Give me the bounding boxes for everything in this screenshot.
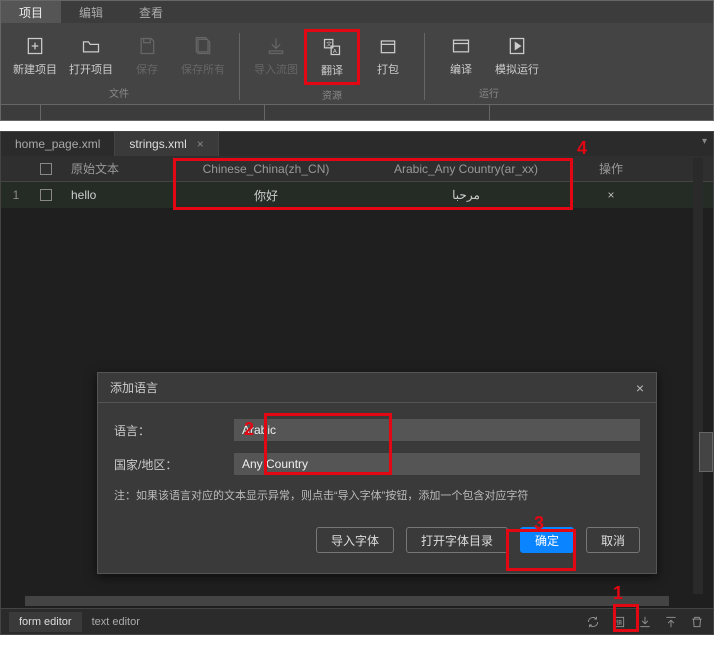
row-checkbox[interactable]: [31, 189, 61, 201]
open-project-button[interactable]: 打开项目: [63, 29, 119, 83]
ribbon-group-file-caption: 文件: [109, 85, 129, 100]
save-icon: [136, 35, 158, 57]
form-editor-tab[interactable]: form editor: [9, 612, 82, 632]
top-panel: 项目 编辑 查看 新建项目 打开项目 保存 保存所有: [0, 0, 714, 121]
language-label: 语言：: [114, 422, 234, 439]
ribbon-separator: [239, 33, 240, 100]
tab-overflow-icon[interactable]: ▾: [702, 136, 707, 147]
header-ar: Arabic_Any Country(ar_xx): [361, 162, 571, 176]
import-icon: [265, 35, 287, 57]
row-line: 1: [1, 188, 31, 202]
open-font-dir-button[interactable]: 打开字体目录: [406, 527, 508, 553]
close-icon[interactable]: ×: [197, 137, 204, 151]
ribbon-group-run: 编译 模拟运行 运行: [431, 29, 547, 102]
save-label: 保存: [136, 61, 158, 77]
annotation-2: 2: [244, 419, 254, 440]
dialog-buttons: 导入字体 打开字体目录 确定 取消: [114, 527, 640, 553]
ribbon-separator: [424, 33, 425, 100]
header-original: 原始文本: [61, 160, 171, 177]
ribbon-group-resource-caption: 资源: [322, 87, 342, 102]
file-tab-home[interactable]: home_page.xml: [1, 132, 115, 156]
status-bar: form editor text editor 镇: [1, 608, 713, 634]
new-project-button[interactable]: 新建项目: [7, 29, 63, 83]
side-handle[interactable]: [699, 432, 713, 472]
region-label: 国家/地区：: [114, 456, 234, 473]
export-icon[interactable]: [637, 614, 653, 630]
import-font-button[interactable]: 导入字体: [316, 527, 394, 553]
ribbon: 新建项目 打开项目 保存 保存所有 文件: [1, 23, 713, 104]
new-project-label: 新建项目: [13, 61, 57, 77]
ribbon-group-resource: 导入流图 文A 翻译 打包 资源: [246, 29, 418, 104]
tab-view[interactable]: 查看: [121, 1, 181, 23]
row-orig: hello: [61, 188, 171, 202]
simulate-label: 模拟运行: [495, 61, 539, 77]
save-all-button[interactable]: 保存所有: [175, 29, 231, 83]
file-tabs: home_page.xml strings.xml × ▾: [1, 132, 713, 156]
add-language-icon[interactable]: 镇: [611, 614, 627, 630]
translate-button[interactable]: 文A 翻译: [304, 29, 360, 85]
vertical-scrollbar[interactable]: [693, 158, 703, 594]
row-zh: 你好: [171, 187, 361, 204]
translation-grid: 原始文本 Chinese_China(zh_CN) Arabic_Any Cou…: [1, 156, 713, 208]
dialog-note: 注：如果该语言对应的文本显示异常，则点击“导入字体”按钮，添加一个包含对应字符: [114, 487, 640, 503]
open-project-label: 打开项目: [69, 61, 113, 77]
header-zh: Chinese_China(zh_CN): [171, 162, 361, 176]
pack-button[interactable]: 打包: [360, 29, 416, 85]
delete-row-icon[interactable]: ×: [607, 188, 614, 202]
compile-icon: [450, 35, 472, 57]
ribbon-group-file: 新建项目 打开项目 保存 保存所有 文件: [5, 29, 233, 102]
save-all-icon: [192, 35, 214, 57]
new-file-icon: [24, 35, 46, 57]
annotation-4: 4: [577, 138, 587, 159]
file-tab-strings[interactable]: strings.xml ×: [115, 132, 218, 156]
dialog-titlebar: 添加语言 ×: [98, 373, 656, 403]
folder-open-icon: [80, 35, 102, 57]
editor-panel: home_page.xml strings.xml × ▾ 原始文本 Chines…: [0, 131, 714, 635]
header-op: 操作: [571, 160, 651, 177]
save-button[interactable]: 保存: [119, 29, 175, 83]
row-ar: مرحبا: [361, 188, 571, 203]
compile-label: 编译: [450, 61, 472, 77]
import-flow-label: 导入流图: [254, 61, 298, 77]
annotation-1: 1: [613, 583, 623, 604]
language-input[interactable]: [234, 419, 640, 441]
save-all-label: 保存所有: [181, 61, 225, 77]
svg-text:A: A: [333, 49, 337, 55]
pack-label: 打包: [377, 61, 399, 77]
import-icon[interactable]: [663, 614, 679, 630]
trash-icon[interactable]: [689, 614, 705, 630]
play-icon: [506, 35, 528, 57]
file-tab-home-label: home_page.xml: [15, 137, 100, 151]
annotation-3: 3: [534, 513, 544, 534]
simulate-button[interactable]: 模拟运行: [489, 29, 545, 83]
grid-row[interactable]: 1 hello 你好 مرحبا ×: [1, 182, 713, 208]
ribbon-group-run-caption: 运行: [479, 85, 499, 100]
refresh-icon[interactable]: [585, 614, 601, 630]
svg-text:文: 文: [326, 40, 332, 48]
cancel-button[interactable]: 取消: [586, 527, 640, 553]
dialog-close-icon[interactable]: ×: [636, 380, 644, 396]
header-checkbox[interactable]: [31, 163, 61, 175]
row-op: ×: [571, 188, 651, 202]
svg-text:镇: 镇: [616, 618, 622, 626]
region-input[interactable]: [234, 453, 640, 475]
dialog-title: 添加语言: [110, 379, 158, 396]
package-icon: [377, 35, 399, 57]
translate-icon: 文A: [321, 36, 343, 58]
text-editor-tab[interactable]: text editor: [82, 612, 150, 632]
grid-header: 原始文本 Chinese_China(zh_CN) Arabic_Any Cou…: [1, 156, 713, 182]
translate-label: 翻译: [321, 62, 343, 78]
tab-project[interactable]: 项目: [1, 1, 61, 23]
file-tab-strings-label: strings.xml: [129, 137, 186, 151]
import-flow-button[interactable]: 导入流图: [248, 29, 304, 85]
ok-button[interactable]: 确定: [520, 527, 574, 553]
add-language-dialog: 添加语言 × 语言： 国家/地区： 注：如果该语言对应的文本显示异常，则点击“导…: [97, 372, 657, 574]
top-menu-tabs: 项目 编辑 查看: [1, 1, 713, 23]
compile-button[interactable]: 编译: [433, 29, 489, 83]
horizontal-scrollbar[interactable]: [25, 596, 669, 606]
tab-edit[interactable]: 编辑: [61, 1, 121, 23]
